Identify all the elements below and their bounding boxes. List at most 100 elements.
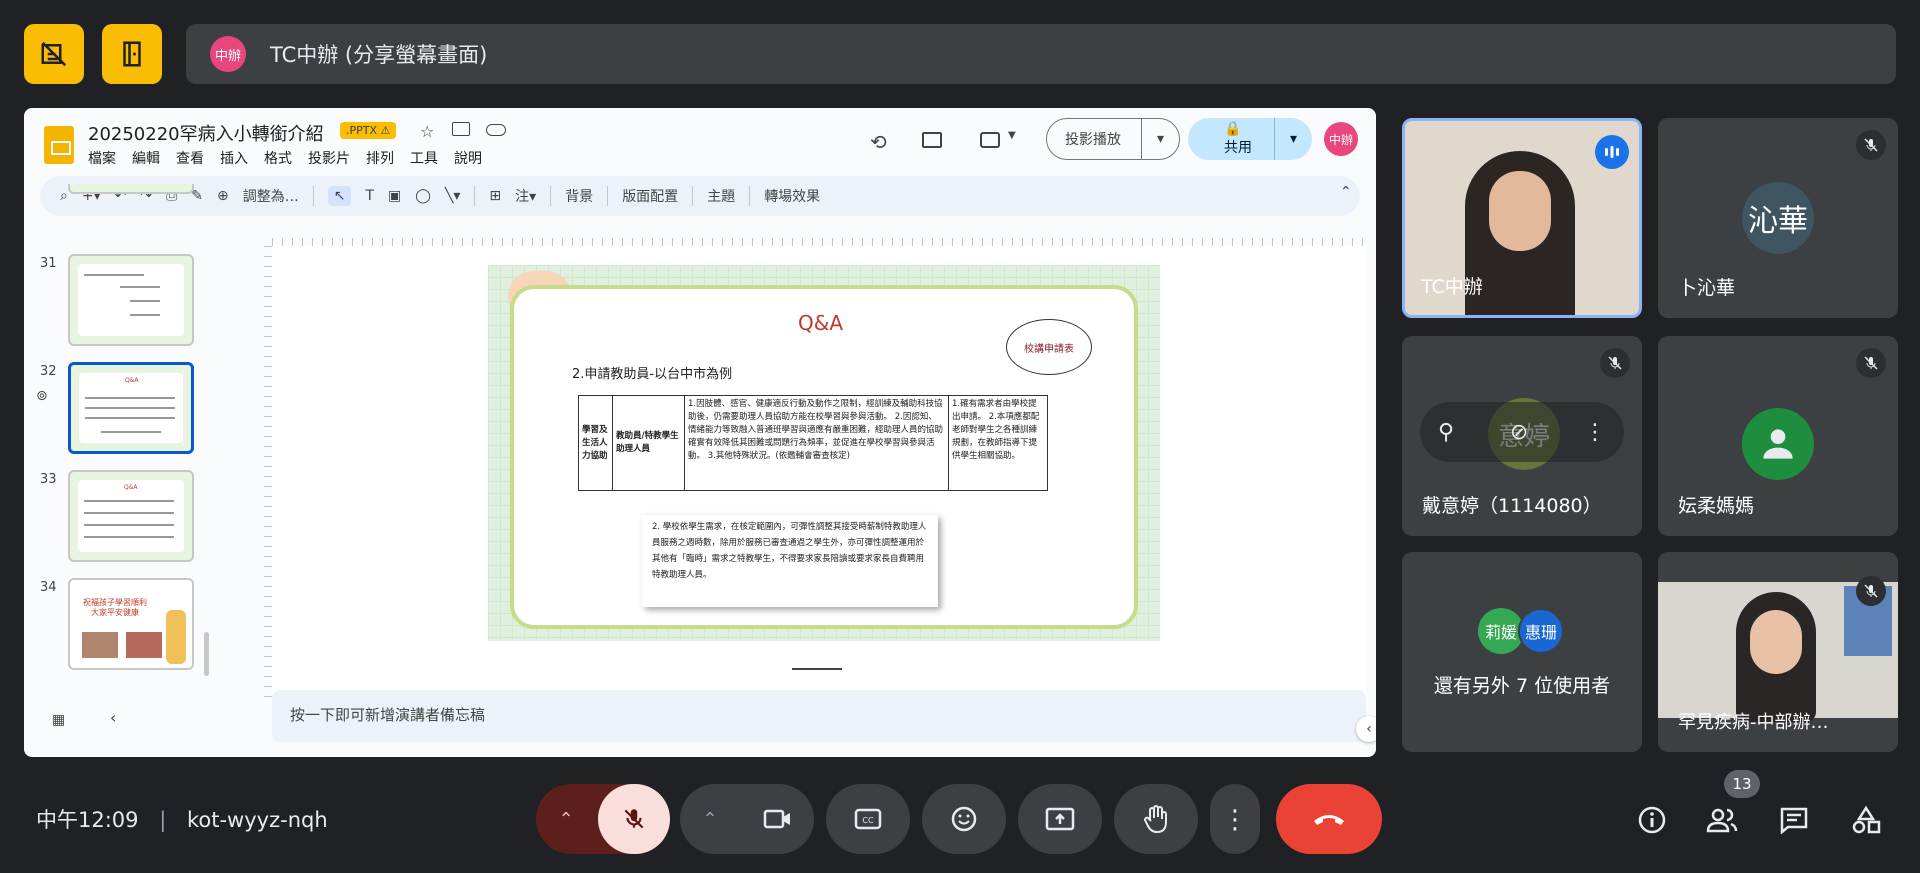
thumbnail-number: 32 (40, 364, 57, 379)
mic-off-button[interactable] (598, 784, 670, 854)
grid-view-icon[interactable]: ▦ (52, 712, 65, 728)
menu-format[interactable]: 格式 (264, 148, 292, 168)
hide-self-view-button[interactable] (24, 24, 84, 84)
layout-button[interactable]: 版面配置 (622, 186, 678, 206)
camera-control: ⌃ (680, 784, 814, 854)
participant-tile[interactable]: 罕見疾病-中部辦… (1658, 552, 1898, 752)
meet-camera-icon[interactable] (980, 132, 1000, 148)
zoom-select[interactable]: 調整為… (243, 186, 299, 206)
slide-thumbnail-32[interactable]: Q&A (68, 362, 194, 454)
share-label: 🔒 共用 (1188, 121, 1274, 157)
participant-tile[interactable]: TC中辦 (1402, 118, 1642, 318)
lock-icon: 🔒 (1224, 121, 1242, 137)
table-cell: 教助員/特教學生助理人員 (613, 396, 685, 490)
menu-slide[interactable]: 投影片 (308, 148, 350, 168)
thumbnail-number: 34 (40, 580, 57, 595)
move-folder-icon[interactable] (452, 122, 470, 136)
background-button[interactable]: 背景 (565, 186, 593, 206)
history-icon[interactable]: ⟲ (870, 130, 887, 154)
horizontal-ruler (272, 238, 1366, 246)
speech-bubble: 校講申請表 (1006, 319, 1092, 375)
thumbnail-partial[interactable] (68, 184, 194, 194)
camera-button[interactable] (742, 784, 814, 854)
mic-off-icon (1856, 130, 1886, 160)
slide-subtitle: 2.申請教助員-以台中市為例 (572, 367, 733, 382)
menu-help[interactable]: 說明 (454, 148, 482, 168)
more-participants-label: 還有另外 7 位使用者 (1433, 675, 1611, 697)
participant-tile[interactable]: 意婷 ⚲ ⊘ ⋮ 戴意婷（1114080） (1402, 336, 1642, 536)
slide-thumbnail-31[interactable] (68, 254, 194, 346)
present-button[interactable]: 投影播放 ▾ (1046, 118, 1180, 160)
camera-options-chevron-icon[interactable]: ⌃ (680, 809, 740, 830)
menu-edit[interactable]: 編輯 (132, 148, 160, 168)
current-slide[interactable]: Q&A 校講申請表 2.申請教助員-以台中市為例 學習及生活人力協助 教助員/特… (488, 265, 1160, 641)
participant-name: 戴意婷（1114080） (1422, 495, 1602, 517)
menu-arrange[interactable]: 排列 (366, 148, 394, 168)
participant-tile[interactable]: 妘柔媽媽 (1658, 336, 1898, 536)
chevron-down-icon[interactable]: ▾ (1141, 118, 1179, 160)
more-participants-tile[interactable]: 莉媛 惠珊 還有另外 7 位使用者 (1402, 552, 1642, 752)
side-panel-toggle-icon[interactable]: ‹ (1356, 716, 1376, 742)
pin-icon[interactable]: ⚲ (1438, 419, 1454, 445)
search-icon[interactable]: ⌕ (60, 188, 68, 204)
share-title: TC中辦 (分享螢幕畫面) (270, 43, 488, 67)
slide-thumbnail-33[interactable]: Q&A (68, 470, 194, 562)
theme-button[interactable]: 主題 (707, 186, 735, 206)
camera-off-icon (41, 41, 67, 67)
hand-icon (1144, 805, 1167, 834)
shape-icon[interactable]: ◯ (415, 188, 431, 204)
people-button[interactable] (1702, 800, 1742, 840)
line-icon[interactable]: ╲▾ (445, 188, 460, 204)
text-box-icon[interactable]: T (365, 188, 374, 204)
menu-insert[interactable]: 插入 (220, 148, 248, 168)
participant-count-badge: 13 (1724, 770, 1760, 798)
svg-text:CC: CC (862, 816, 874, 825)
meeting-code: kot-wyyz-nqh (186, 808, 328, 832)
slide-thumbnail-34[interactable]: 祝福孩子學習順利 大家平安健康 (68, 578, 194, 670)
more-options-button[interactable]: ⋮ (1210, 784, 1260, 854)
participant-tile[interactable]: 沁華 卜沁華 (1658, 118, 1898, 318)
select-cursor-icon[interactable]: ↖ (327, 186, 352, 206)
comment-add-icon[interactable]: ⊞ (489, 188, 501, 204)
shared-screen: 20250220罕病入小轉銜介紹 .PPTX ⚠ ☆ 檔案 編輯 查看 插入 格… (24, 108, 1376, 757)
slides-logo-icon (44, 126, 74, 164)
comments-icon[interactable] (922, 132, 942, 148)
collapse-filmstrip-icon[interactable]: ‹ (110, 708, 116, 727)
slide-title: Q&A (798, 311, 844, 335)
image-icon[interactable]: ▣ (388, 188, 401, 204)
presenter-avatar: 中辦 (210, 36, 246, 72)
more-options-icon[interactable]: ⋮ (1584, 419, 1606, 445)
meeting-details-button[interactable] (1632, 800, 1672, 840)
mic-options-chevron-icon[interactable]: ⌃ (536, 809, 596, 830)
chevron-down-icon[interactable]: ▾ (1274, 118, 1312, 160)
doc-title[interactable]: 20250220罕病入小轉銜介紹 (88, 120, 324, 146)
share-button[interactable]: 🔒 共用 ▾ (1188, 118, 1312, 160)
present-screen-icon (1045, 807, 1075, 831)
raise-hand-button[interactable] (1114, 784, 1198, 854)
account-avatar[interactable]: 中辦 (1324, 122, 1358, 156)
menu-file[interactable]: 檔案 (88, 148, 116, 168)
menu-view[interactable]: 查看 (176, 148, 204, 168)
activities-button[interactable] (1846, 800, 1886, 840)
resize-handle[interactable] (792, 668, 842, 670)
captions-button[interactable]: CC (826, 784, 910, 854)
star-icon[interactable]: ☆ (420, 122, 434, 141)
leave-call-button[interactable] (1276, 784, 1382, 854)
participant-avatar: 沁華 (1742, 182, 1814, 254)
speaker-notes[interactable]: 按一下即可新增演講者備忘稿 (272, 690, 1366, 742)
leave-presentation-button[interactable] (102, 24, 162, 84)
transition-button[interactable]: 轉場效果 (764, 186, 820, 206)
menu-tools[interactable]: 工具 (410, 148, 438, 168)
mute-participant-icon[interactable]: ⊘ (1510, 419, 1528, 445)
reactions-button[interactable] (922, 784, 1006, 854)
present-screen-button[interactable] (1018, 784, 1102, 854)
table-cell: 學習及生活人力協助 (579, 396, 613, 490)
note-icon[interactable]: 注▾ (515, 186, 536, 206)
filmstrip-scrollbar[interactable] (204, 632, 209, 676)
slides-toolbar: ⌕ +▾ ↶ ↷ ⎙ ✎ ⊕ 調整為… ↖ T ▣ ◯ ╲▾ ⊞ 注▾ 背景 版… (40, 176, 1360, 216)
chevron-down-icon[interactable]: ▼ (1008, 130, 1016, 141)
collapse-toolbar-icon[interactable]: ⌃ (1340, 184, 1352, 200)
cloud-icon[interactable] (486, 124, 506, 136)
chat-button[interactable] (1774, 800, 1814, 840)
zoom-icon[interactable]: ⊕ (217, 188, 229, 204)
